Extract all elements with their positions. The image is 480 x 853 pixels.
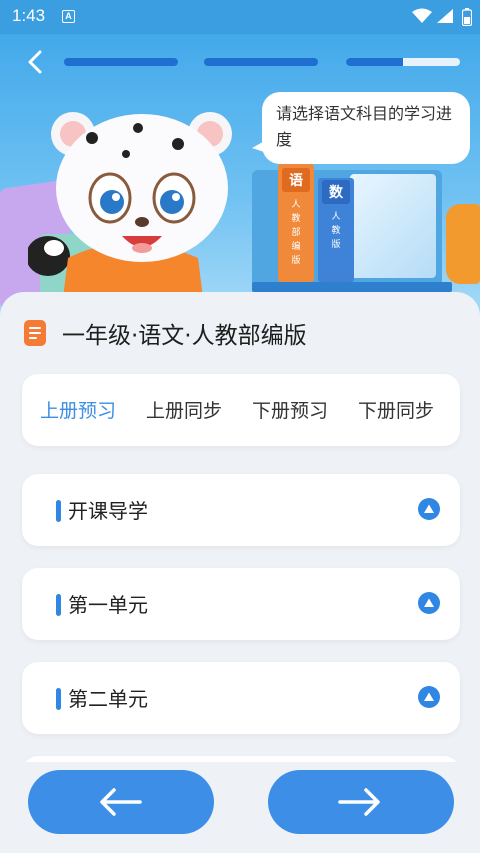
decor-shelf-base	[252, 282, 452, 292]
tab-upper-preview[interactable]: 上册预习	[40, 396, 116, 423]
unit-item-2[interactable]: 第二单元	[22, 662, 460, 734]
hero-banner: 语 人教部编版 数 人教版 请选择语文科目的学习进度	[0, 34, 480, 324]
bottom-nav	[0, 762, 480, 853]
tab-lower-preview[interactable]: 下册预习	[252, 396, 328, 423]
progress-step-3-fill	[346, 58, 403, 66]
progress-step-3	[346, 58, 460, 66]
previous-button[interactable]	[28, 770, 214, 834]
app-notification-icon: A	[62, 10, 75, 23]
unit-marker	[56, 500, 61, 522]
expand-triangle-icon[interactable]	[418, 592, 440, 614]
arrow-right-icon	[338, 788, 380, 816]
unit-marker	[56, 688, 61, 710]
arrow-left-icon	[100, 788, 142, 816]
next-button[interactable]	[268, 770, 454, 834]
progress-step-1	[64, 58, 178, 66]
status-bar: 1:43 A	[0, 0, 480, 34]
book-math-subtitle: 人教版	[331, 212, 341, 250]
wifi-icon	[412, 8, 432, 23]
battery-icon	[462, 8, 472, 26]
document-icon	[24, 320, 46, 346]
tab-lower-sync[interactable]: 下册同步	[358, 396, 434, 423]
decor-flame	[446, 204, 480, 284]
back-chevron-icon[interactable]	[22, 48, 50, 76]
book-math: 数 人教版	[318, 178, 354, 282]
progress-step-2	[204, 58, 318, 66]
unit-name: 第一单元	[68, 593, 148, 617]
unit-marker	[56, 594, 61, 616]
book-chinese-title: 语	[289, 173, 303, 189]
speech-bubble: 请选择语文科目的学习进度	[262, 92, 470, 164]
expand-triangle-icon[interactable]	[418, 498, 440, 520]
signal-icon	[437, 9, 453, 23]
book-chinese-subtitle: 人教部编版	[291, 200, 301, 266]
decor-shelf-inner	[350, 174, 436, 278]
mascot-leopard-icon	[28, 112, 232, 298]
subject-title: 一年级·语文·人教部编版	[62, 323, 307, 349]
volume-tabs: 上册预习 上册同步 下册预习 下册同步	[22, 374, 460, 446]
unit-name: 第二单元	[68, 687, 148, 711]
unit-item-intro[interactable]: 开课导学	[22, 474, 460, 546]
status-time: 1:43	[12, 6, 46, 25]
expand-triangle-icon[interactable]	[418, 686, 440, 708]
book-chinese: 语 人教部编版	[278, 164, 314, 282]
book-math-title: 数	[329, 185, 343, 201]
unit-name: 开课导学	[68, 499, 148, 523]
tab-upper-sync[interactable]: 上册同步	[146, 396, 222, 423]
unit-item-1[interactable]: 第一单元	[22, 568, 460, 640]
